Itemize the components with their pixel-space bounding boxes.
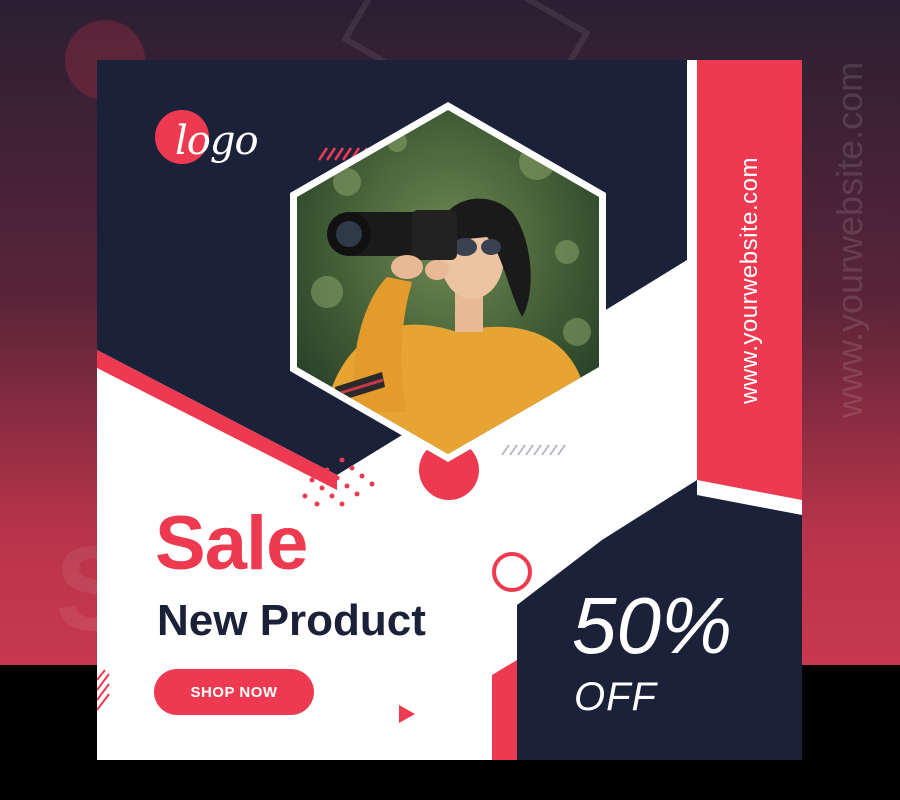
logo-text: logo [175, 118, 259, 164]
new-product-heading: New Product [157, 596, 426, 645]
discount-off-label: OFF [574, 675, 657, 719]
promo-poster: logo www.yourwebsite.com Sale New Produc… [97, 60, 802, 760]
play-icon [399, 705, 415, 723]
discount-percent: 50% [572, 581, 733, 670]
photo-illustration [290, 102, 606, 462]
shop-now-button[interactable]: SHOP NOW [154, 669, 314, 715]
hexagon-photo [287, 102, 609, 462]
sale-heading: Sale [155, 501, 308, 586]
ghost-website-text: www.yourwebsite.com [829, 61, 870, 419]
website-panel: www.yourwebsite.com [697, 60, 802, 500]
website-url: www.yourwebsite.com [735, 156, 763, 404]
